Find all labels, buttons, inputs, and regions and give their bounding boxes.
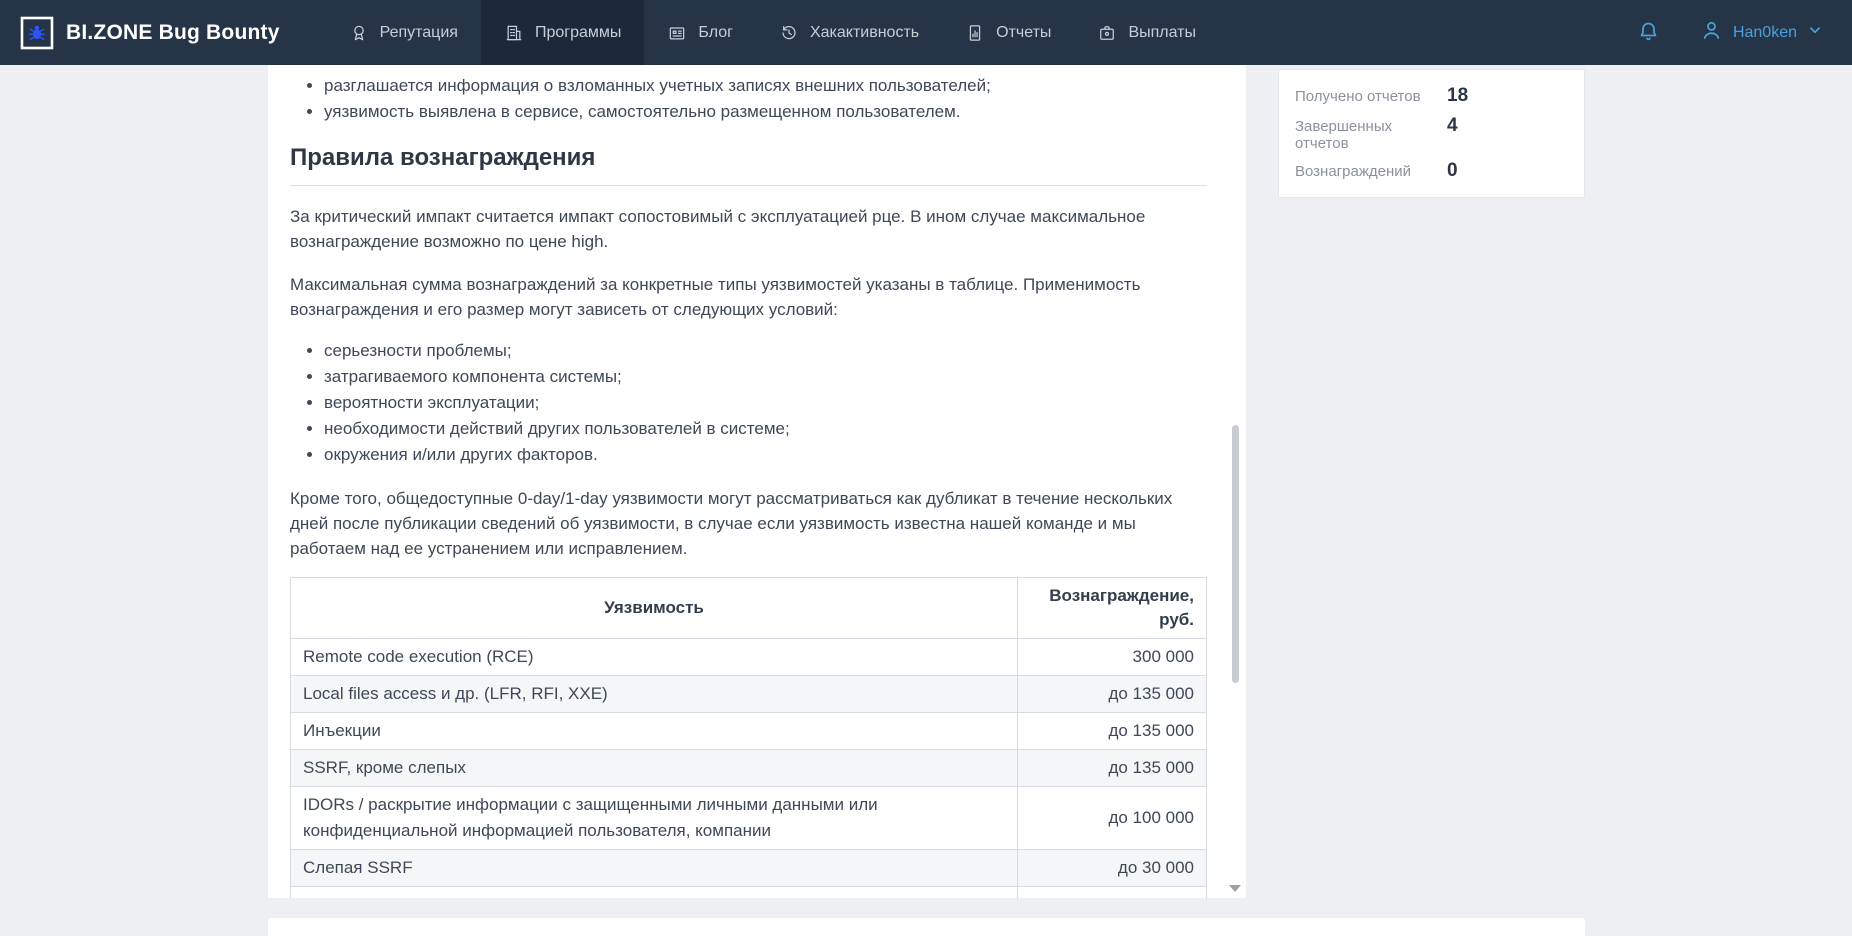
nav-item-blog[interactable]: Блог: [644, 0, 756, 65]
list-item: серьезности проблемы;: [324, 338, 1207, 364]
payout-icon: [1097, 23, 1117, 43]
stat-value: 18: [1447, 85, 1468, 107]
nav-item-label: Программы: [535, 24, 621, 42]
reward-cell: до 135 000: [1018, 676, 1207, 713]
list-item: вероятности эксплуатации;: [324, 390, 1207, 416]
chevron-down-icon: [1806, 21, 1824, 44]
main-nav: Репутация Программы Блог: [326, 0, 1219, 65]
stat-value: 4: [1447, 115, 1458, 137]
brand-title: BI.ZONE Bug Bounty: [66, 21, 280, 45]
nav-item-label: Отчеты: [996, 24, 1051, 42]
nav-item-hackactivity[interactable]: Хакактивность: [756, 0, 942, 65]
building-icon: [504, 23, 524, 43]
stat-label: Получено отчетов: [1295, 88, 1447, 105]
vulnerability-cell: IDORs / раскрытие информации с защищенны…: [291, 787, 1018, 850]
paragraph: Максимальная сумма вознаграждений за кон…: [290, 272, 1207, 322]
notifications-button[interactable]: [1636, 19, 1661, 47]
paragraph: Кроме того, общедоступные 0-day/1-day уя…: [290, 486, 1207, 561]
program-description-panel: разглашается информация о взломанных уче…: [268, 65, 1246, 898]
nav-item-reputation[interactable]: Репутация: [326, 0, 481, 65]
table-row: Remote code execution (RCE) 300 000: [291, 639, 1207, 676]
reward-conditions-list: серьезности проблемы; затрагиваемого ком…: [290, 338, 1207, 468]
stat-row-reports-received: Получено отчетов 18: [1295, 85, 1568, 107]
user-menu[interactable]: Han0ken: [1699, 18, 1824, 48]
reward-cell: до 30 000: [1018, 850, 1207, 887]
vulnerability-cell: Local files access и др. (LFR, RFI, XXE): [291, 676, 1018, 713]
list-item: уязвимость выявлена в сервисе, самостоят…: [324, 99, 1207, 125]
column-header-vulnerability: Уязвимость: [291, 578, 1018, 639]
vulnerability-cell: [291, 887, 1018, 899]
reward-cell: 300 000: [1018, 639, 1207, 676]
table-row: Инъекции до 135 000: [291, 713, 1207, 750]
bizone-logo-icon: [20, 16, 54, 50]
nav-item-programs[interactable]: Программы: [481, 0, 644, 65]
reward-cell: [1018, 887, 1207, 899]
section-title-reward-rules: Правила вознаграждения: [290, 143, 1207, 186]
vulnerability-cell: Инъекции: [291, 713, 1018, 750]
stat-label: Вознаграждений: [1295, 163, 1447, 180]
vulnerability-cell: SSRF, кроме слепых: [291, 750, 1018, 787]
stat-row-reports-completed: Завершенных отчетов 4: [1295, 115, 1568, 152]
program-stats-card: Получено отчетов 18 Завершенных отчетов …: [1278, 69, 1585, 198]
report-icon: [965, 23, 985, 43]
list-item: окружения и/или других факторов.: [324, 442, 1207, 468]
table-row: Слепая SSRF до 30 000: [291, 850, 1207, 887]
reward-cell: до 135 000: [1018, 750, 1207, 787]
nav-item-label: Блог: [698, 24, 733, 42]
person-icon: [1699, 18, 1724, 48]
blog-icon: [667, 23, 687, 43]
scrollbar-down-arrow-icon[interactable]: [1229, 885, 1241, 892]
list-item: затрагиваемого компонента системы;: [324, 364, 1207, 390]
program-description-content: разглашается информация о взломанных уче…: [268, 65, 1246, 898]
table-row-partial: [291, 887, 1207, 899]
list-item: необходимости действий других пользовате…: [324, 416, 1207, 442]
exclusions-list: разглашается информация о взломанных уче…: [290, 73, 1207, 125]
reward-cell: до 135 000: [1018, 713, 1207, 750]
table-row: IDORs / раскрытие информации с защищенны…: [291, 787, 1207, 850]
medal-icon: [349, 23, 369, 43]
top-navbar: BI.ZONE Bug Bounty Репутация Программы: [0, 0, 1852, 65]
bottom-card-edge: [268, 918, 1585, 936]
content-scrollbar-thumb[interactable]: [1232, 425, 1239, 683]
brand[interactable]: BI.ZONE Bug Bounty: [0, 0, 300, 65]
list-item: разглашается информация о взломанных уче…: [324, 73, 1207, 99]
stat-label: Завершенных отчетов: [1295, 118, 1447, 152]
column-header-reward: Вознаграждение, руб.: [1018, 578, 1207, 639]
stat-value: 0: [1447, 160, 1458, 182]
history-icon: [779, 23, 799, 43]
nav-item-label: Хакактивность: [810, 24, 919, 42]
vulnerability-cell: Слепая SSRF: [291, 850, 1018, 887]
reward-cell: до 100 000: [1018, 787, 1207, 850]
navbar-right: Han0ken: [1636, 0, 1852, 65]
stat-row-rewards: Вознаграждений 0: [1295, 160, 1568, 182]
nav-item-label: Репутация: [380, 24, 458, 42]
table-header-row: Уязвимость Вознаграждение, руб.: [291, 578, 1207, 639]
vulnerability-cell: Remote code execution (RCE): [291, 639, 1018, 676]
nav-item-label: Выплаты: [1128, 24, 1196, 42]
table-row: Local files access и др. (LFR, RFI, XXE)…: [291, 676, 1207, 713]
table-row: SSRF, кроме слепых до 135 000: [291, 750, 1207, 787]
bell-icon: [1636, 19, 1661, 47]
nav-item-payouts[interactable]: Выплаты: [1074, 0, 1219, 65]
user-name: Han0ken: [1733, 24, 1797, 42]
rewards-table: Уязвимость Вознаграждение, руб. Remote c…: [290, 577, 1207, 898]
paragraph: За критический импакт считается импакт с…: [290, 204, 1207, 254]
nav-item-reports[interactable]: Отчеты: [942, 0, 1074, 65]
